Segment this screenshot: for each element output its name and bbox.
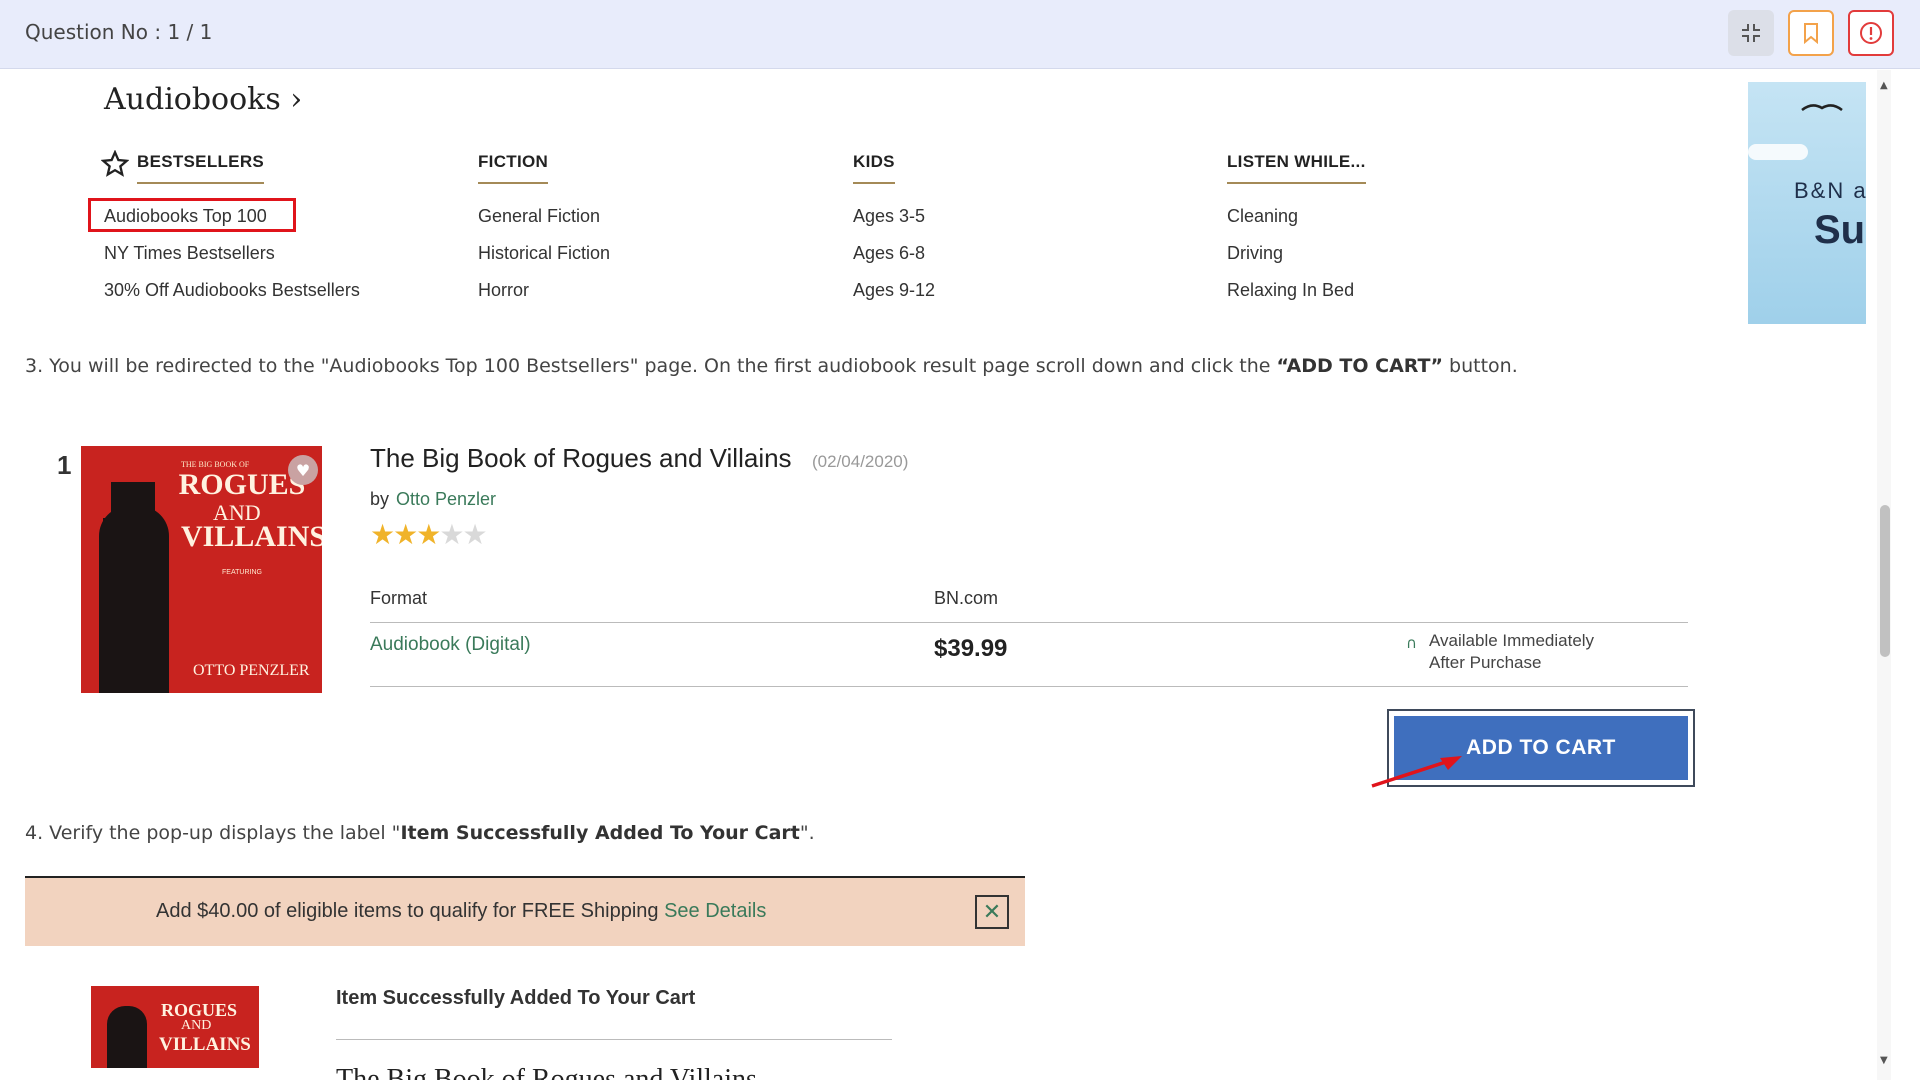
column-heading-kids: KIDS (853, 152, 895, 184)
link-horror[interactable]: Horror (478, 280, 529, 301)
link-ages-9-12[interactable]: Ages 9-12 (853, 280, 935, 301)
result-rank: 1 (57, 450, 72, 480)
report-icon (1860, 22, 1882, 44)
popup-item-title-cut: The Big Book of Rogues and Villains (336, 1064, 757, 1080)
highlight-annotation-box (88, 198, 296, 232)
link-general-fiction[interactable]: General Fiction (478, 206, 600, 227)
audiobooks-menu-screenshot: Audiobooks › BESTSELLERS FICTION KIDS LI… (0, 70, 1870, 325)
availability-text: Available Immediately After Purchase (1429, 631, 1595, 672)
step-4-instruction: 4. Verify the pop-up displays the label … (25, 822, 815, 844)
divider (370, 622, 1688, 623)
author-link[interactable]: Otto Penzler (396, 489, 496, 510)
scrollbar-thumb[interactable] (1880, 505, 1890, 657)
format-link[interactable]: Audiobook (Digital) (370, 634, 531, 656)
bookmark-icon (1804, 23, 1818, 44)
top-bar: Question No : 1 / 1 (0, 0, 1920, 69)
rating-stars: ★★★★★ (370, 518, 488, 551)
availability-icon: ∩ (1406, 634, 1417, 652)
column-heading-fiction: FICTION (478, 152, 549, 184)
link-cleaning[interactable]: Cleaning (1227, 206, 1298, 227)
format-header: Format (370, 588, 428, 608)
question-number: Question No : 1 / 1 (25, 20, 213, 44)
column-heading-listen-while: LISTEN WHILE... (1227, 152, 1366, 184)
seller-header: BN.com (934, 588, 999, 608)
report-button[interactable] (1848, 10, 1894, 56)
star-empty-icon: ★ (462, 518, 487, 551)
wishlist-heart-icon[interactable]: ♥ (288, 455, 318, 485)
link-driving[interactable]: Driving (1227, 243, 1283, 264)
free-shipping-banner: Add $40.00 of eligible items to qualify … (25, 878, 1025, 946)
popup-success-message: Item Successfully Added To Your Cart (336, 987, 696, 1009)
divider (370, 686, 1688, 687)
banner-text: Add $40.00 of eligible items to qualify … (156, 900, 767, 922)
scroll-up-icon[interactable]: ▲ (1880, 80, 1888, 91)
by-label: by (370, 489, 390, 509)
price: $39.99 (934, 635, 1008, 662)
bird-icon (1801, 104, 1843, 112)
star-outline-icon (101, 150, 129, 177)
star-filled-icon: ★ (370, 518, 395, 551)
star-filled-icon: ★ (393, 518, 418, 551)
link-historical-fiction[interactable]: Historical Fiction (478, 243, 610, 264)
product-date: (02/04/2020) (812, 452, 909, 471)
link-30-off-bestsellers[interactable]: 30% Off Audiobooks Bestsellers (104, 280, 360, 301)
close-icon[interactable]: ✕ (975, 895, 1009, 929)
link-ny-times-bestsellers[interactable]: NY Times Bestsellers (104, 243, 275, 264)
link-ages-6-8[interactable]: Ages 6-8 (853, 243, 925, 264)
step-3-instruction: 3. You will be redirected to the "Audiob… (25, 355, 1518, 377)
popup-book-cover: ROGUES AND VILLAINS (91, 986, 259, 1068)
column-heading-bestsellers: BESTSELLERS (137, 152, 265, 184)
audiobooks-title[interactable]: Audiobooks › (104, 82, 302, 117)
ad-headline: Sul (1814, 208, 1866, 252)
red-arrow-annotation (1371, 756, 1462, 788)
star-empty-icon: ★ (439, 518, 464, 551)
book-cover[interactable]: THE BIG BOOK OF ROGUES AND VILLAINS FEAT… (81, 446, 322, 693)
product-title[interactable]: The Big Book of Rogues and Villains (370, 443, 792, 474)
divider (336, 1039, 892, 1040)
scroll-down-icon[interactable]: ▼ (1880, 1055, 1888, 1066)
link-relaxing-in-bed[interactable]: Relaxing In Bed (1227, 280, 1354, 301)
link-ages-3-5[interactable]: Ages 3-5 (853, 206, 925, 227)
shrink-icon (1742, 24, 1760, 42)
shrink-button[interactable] (1728, 10, 1774, 56)
star-filled-icon: ★ (416, 518, 441, 551)
ad-brand: B&N a (1794, 178, 1866, 203)
ad-banner[interactable]: B&N a Sul (1748, 82, 1866, 324)
see-details-link[interactable]: See Details (664, 900, 766, 922)
bookmark-button[interactable] (1788, 10, 1834, 56)
